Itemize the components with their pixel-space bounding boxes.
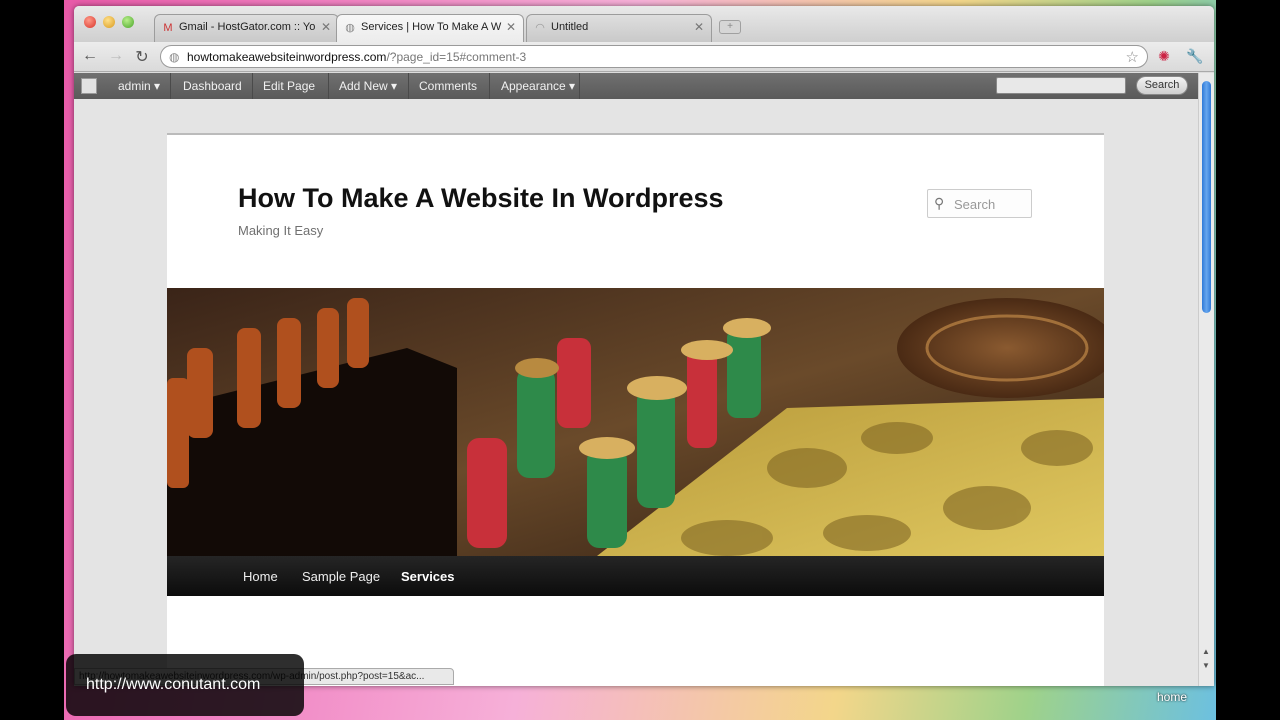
tab-close-icon[interactable]: ✕ [321,20,331,34]
loading-icon: ◠ [535,22,545,34]
header-image [167,288,1104,556]
tab-untitled[interactable]: ◠ Untitled ✕ [526,14,712,42]
back-arrow-icon[interactable]: ← [80,47,100,65]
vertical-scrollbar[interactable]: ▲ ▼ [1198,73,1214,686]
zoom-window-button[interactable] [122,16,134,28]
site-title[interactable]: How To Make A Website In Wordpress [238,183,724,214]
search-placeholder: Search [954,197,996,212]
tab-gmail[interactable]: M Gmail - HostGator.com :: Yo ✕ [154,14,339,42]
url-host: howtomakeawebsiteinwordpress.com [187,50,387,64]
screen: M Gmail - HostGator.com :: Yo ✕ ◍ Servic… [0,0,1280,720]
wrench-icon[interactable]: 🔧 [1186,48,1203,64]
main-navigation: Home Sample Page Services [167,556,1104,596]
forward-arrow-icon[interactable]: → [106,47,126,65]
chess-photo [167,288,1104,556]
nav-item-home[interactable]: Home [243,569,278,584]
nav-item-services[interactable]: Services [401,569,455,584]
tab-label: Gmail - HostGator.com :: Yo [179,21,316,33]
tab-strip: M Gmail - HostGator.com :: Yo ✕ ◍ Servic… [74,6,1214,42]
url-text: howtomakeawebsiteinwordpress.com/?page_i… [187,50,526,64]
url-path: /?page_id=15#comment-3 [386,50,527,64]
tab-label: Untitled [551,21,589,33]
desktop-label[interactable]: home [1157,690,1187,704]
tab-services[interactable]: ◍ Services | How To Make A W ✕ [336,14,524,42]
watermark: http://www.conutant.com [66,654,304,716]
gmail-icon: M [163,22,173,34]
browser-window: M Gmail - HostGator.com :: Yo ✕ ◍ Servic… [74,6,1214,686]
search-icon: ⚲ [934,195,945,211]
adminbar-item-appearance[interactable]: Appearance ▾ [501,79,575,93]
address-bar[interactable]: ◍ howtomakeawebsiteinwordpress.com/?page… [160,45,1148,68]
adminbar-search-button[interactable]: Search [1136,76,1188,95]
tab-label: Services | How To Make A W [361,21,502,33]
page-viewport: How To Make A Website In Wordpress Makin… [74,99,1198,686]
adminbar-item-dashboard[interactable]: Dashboard [183,79,242,93]
tab-close-icon[interactable]: ✕ [694,20,704,34]
adminbar-search-input[interactable] [996,77,1126,94]
new-tab-button[interactable]: + [719,20,741,34]
site-search-input[interactable]: ⚲ Search [927,189,1032,218]
nav-item-sample-page[interactable]: Sample Page [302,569,380,584]
scroll-thumb[interactable] [1202,81,1211,313]
wp-admin-bar: admin ▾ Dashboard Edit Page Add New ▾ Co… [74,73,1198,99]
adminbar-item-edit-page[interactable]: Edit Page [263,79,315,93]
browser-toolbar: ← → ↻ ◍ howtomakeawebsiteinwordpress.com… [74,42,1214,72]
page-info-icon[interactable]: ◍ [169,50,179,64]
site-page: How To Make A Website In Wordpress Makin… [167,133,1104,686]
watermark-text: http://www.conutant.com [86,676,261,693]
reload-icon[interactable]: ↻ [132,47,152,67]
bookmark-star-icon[interactable]: ☆ [1126,48,1139,66]
site-description: Making It Easy [238,223,324,238]
adminbar-item-add-new[interactable]: Add New ▾ [339,79,397,93]
extension-icon[interactable]: ✺ [1156,48,1172,64]
tab-close-icon[interactable]: ✕ [506,20,516,34]
avatar[interactable] [81,78,97,94]
globe-icon: ◍ [345,22,355,34]
scroll-down-icon[interactable]: ▼ [1202,661,1210,670]
adminbar-item-comments[interactable]: Comments [419,79,477,93]
adminbar-item-admin[interactable]: admin ▾ [118,79,160,93]
scroll-up-icon[interactable]: ▲ [1202,647,1210,656]
close-window-button[interactable] [84,16,96,28]
minimize-window-button[interactable] [103,16,115,28]
